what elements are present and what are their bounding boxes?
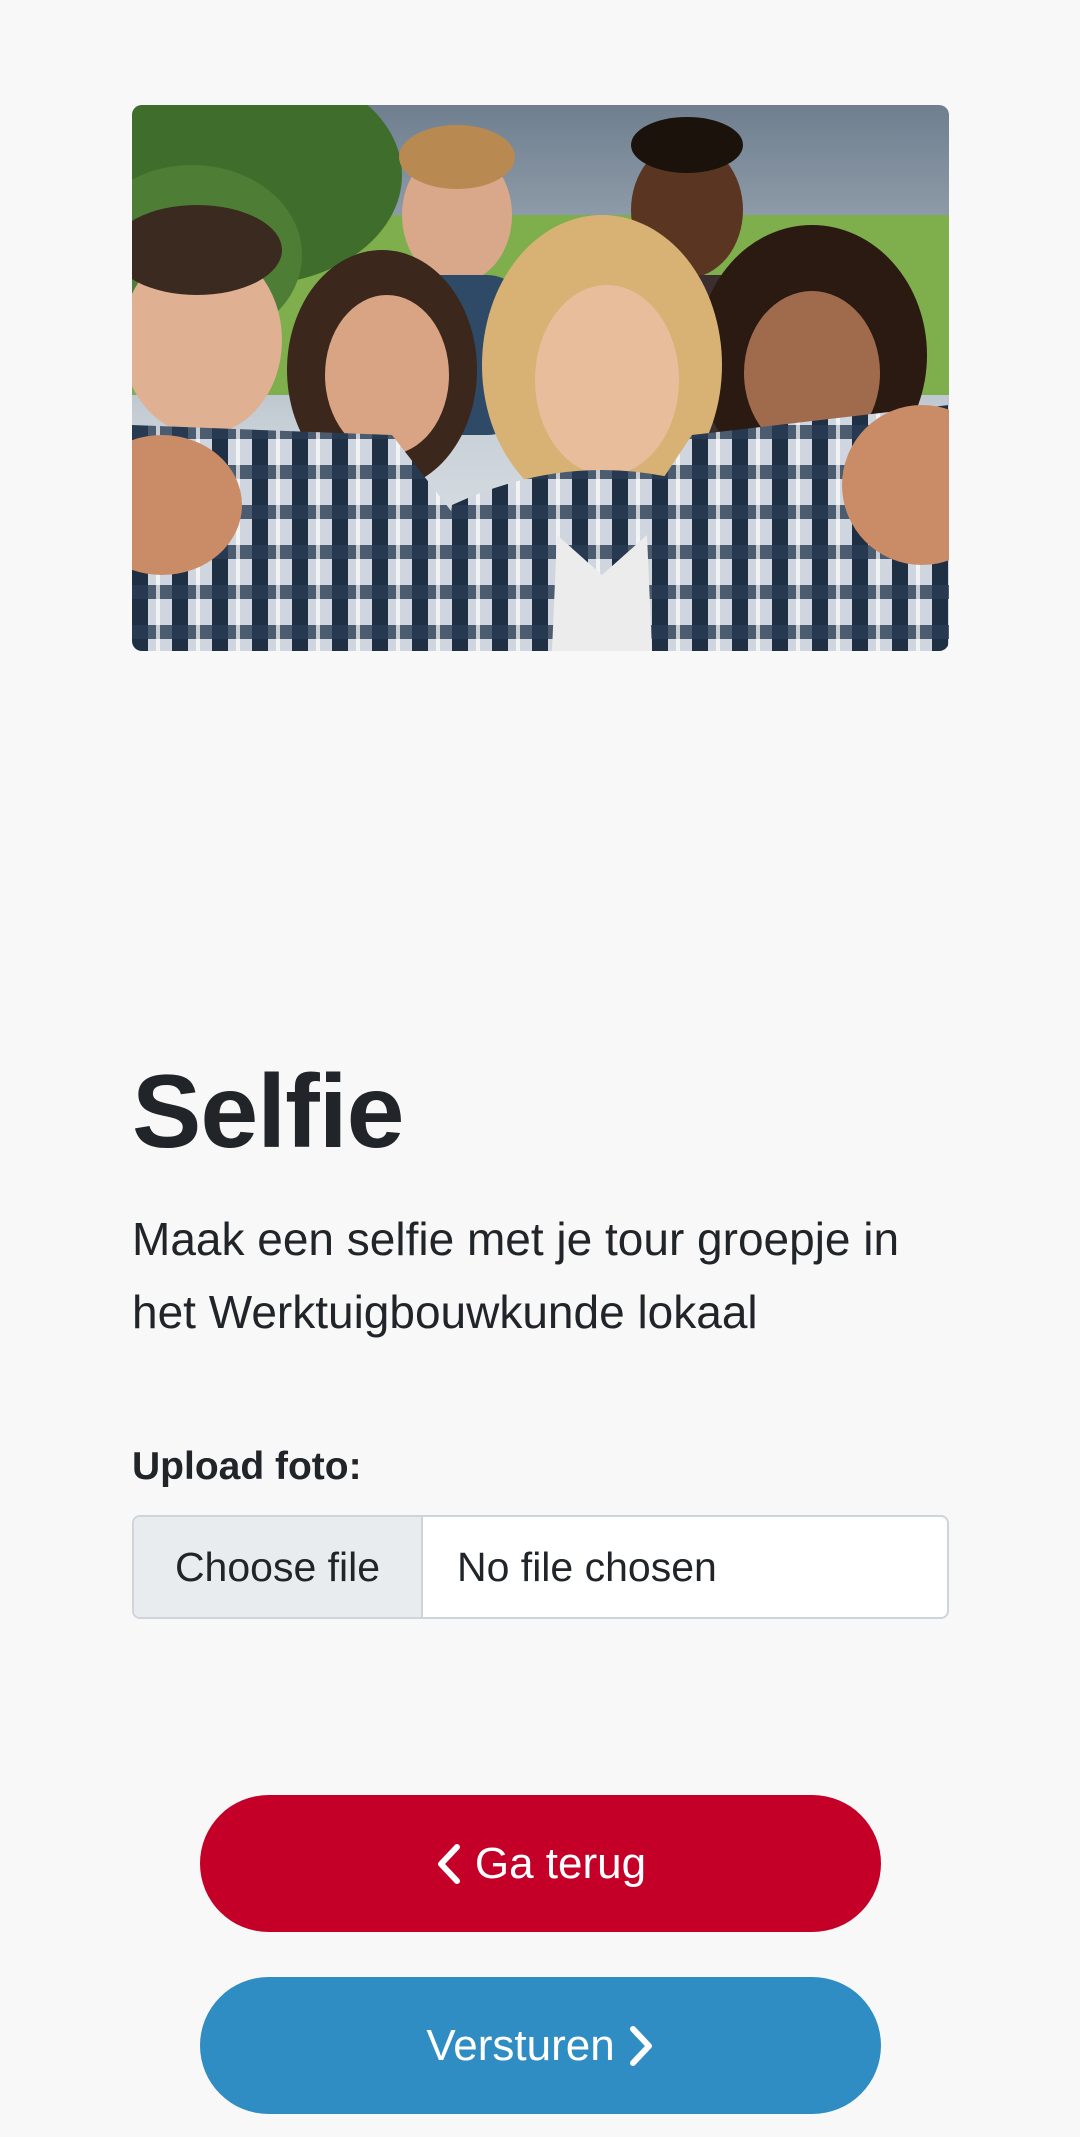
page-description: Maak een selfie met je tour groepje in h… bbox=[132, 1213, 900, 1338]
submit-button[interactable]: Versturen bbox=[200, 1977, 881, 2114]
choose-file-button[interactable]: Choose file bbox=[134, 1517, 423, 1617]
submit-button-label: Versturen bbox=[426, 2020, 615, 2070]
back-button[interactable]: Ga terug bbox=[200, 1795, 881, 1932]
chevron-right-icon bbox=[629, 2025, 655, 2067]
page-title: Selfie bbox=[132, 1054, 404, 1170]
chevron-left-icon bbox=[435, 1843, 461, 1885]
back-button-label: Ga terug bbox=[474, 1838, 647, 1888]
selfie-page: Selfie Maak een selfie met je tour groep… bbox=[0, 0, 1080, 2137]
file-status-text: No file chosen bbox=[457, 1543, 717, 1590]
selfie-photo bbox=[132, 105, 949, 651]
upload-label: Upload foto: bbox=[132, 1445, 362, 1488]
file-upload-input[interactable]: Choose file No file chosen bbox=[132, 1515, 949, 1619]
